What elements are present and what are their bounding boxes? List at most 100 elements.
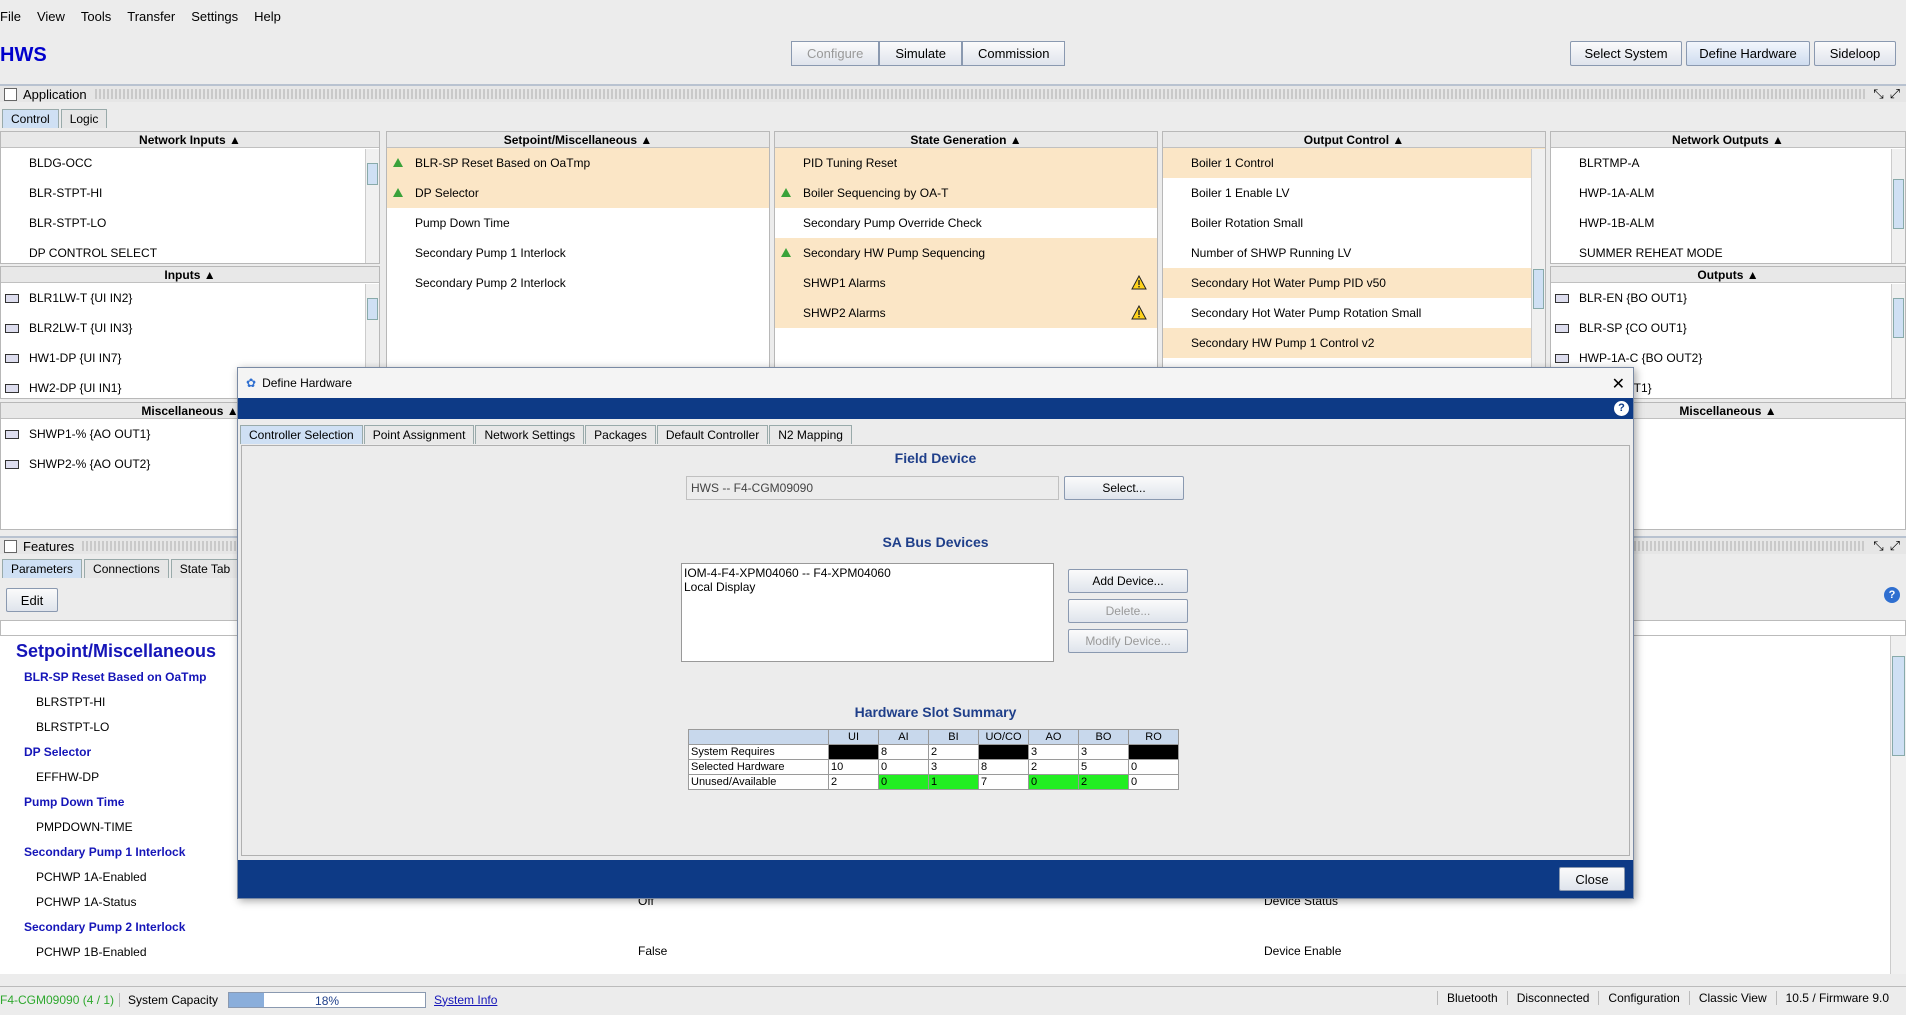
list-item[interactable]: Secondary Pump Override Check — [775, 208, 1157, 238]
tab-parameters[interactable]: Parameters — [2, 559, 83, 578]
list-item[interactable]: Secondary Pump 2 Interlock — [387, 268, 769, 298]
panel-toggle-icon[interactable] — [4, 87, 17, 101]
help-icon[interactable]: ? — [1614, 401, 1629, 416]
tab-n2-mapping[interactable]: N2 Mapping — [769, 425, 852, 444]
list-item[interactable]: Local Display — [684, 580, 1051, 594]
list-item[interactable]: DP CONTROL SELECT — [1, 238, 379, 263]
tab-logic[interactable]: Logic — [60, 109, 108, 128]
list-item[interactable]: SHWP2 Alarms — [775, 298, 1157, 328]
list-item[interactable]: HWP-1B-ALM — [1551, 208, 1905, 238]
tree-item[interactable]: PCHWP 1A-Enabled — [36, 870, 147, 884]
delete-button[interactable]: Delete... — [1068, 599, 1188, 623]
list-item[interactable]: Secondary Hot Water Pump PID v50 — [1163, 268, 1545, 298]
list-item[interactable]: Boiler Sequencing by OA-T — [775, 178, 1157, 208]
tab-default-controller[interactable]: Default Controller — [656, 425, 769, 444]
inputs-header[interactable]: Inputs ▲ — [1, 267, 379, 283]
list-item[interactable]: Number of SHWP Running LV — [1163, 238, 1545, 268]
list-item[interactable]: IOM-4-F4-XPM04060 -- F4-XPM04060 — [684, 566, 1051, 580]
simulate-button[interactable]: Simulate — [879, 41, 962, 66]
network-outputs-header[interactable]: Network Outputs ▲ — [1551, 132, 1905, 148]
tree-group[interactable]: BLR-SP Reset Based on OaTmp — [24, 670, 206, 684]
list-item[interactable]: BLR-EN {BO OUT1} — [1551, 283, 1905, 313]
list-item[interactable]: BLRTMP-A — [1551, 148, 1905, 178]
menu-tools[interactable]: Tools — [81, 9, 111, 24]
status-bluetooth[interactable]: Bluetooth — [1436, 991, 1507, 1005]
list-item[interactable]: Secondary HW Pump Sequencing — [775, 238, 1157, 268]
tree-group[interactable]: Pump Down Time — [24, 795, 124, 809]
panel-toggle-icon[interactable] — [4, 539, 17, 553]
list-item[interactable]: Secondary Hot Water Pump Rotation Small — [1163, 298, 1545, 328]
scrollbar[interactable] — [1891, 149, 1905, 263]
list-item[interactable]: SUMMER REHEAT MODE — [1551, 238, 1905, 263]
list-item[interactable]: BLDG-OCC — [1, 148, 379, 178]
output-control-header[interactable]: Output Control ▲ — [1163, 132, 1545, 148]
maximize-icon[interactable]: ⤢ — [1890, 86, 1900, 102]
list-item[interactable]: BLR1LW-T {UI IN2} — [1, 283, 379, 313]
tab-control[interactable]: Control — [2, 109, 59, 128]
status-view[interactable]: Classic View — [1688, 991, 1776, 1005]
outputs-header[interactable]: Outputs ▲ — [1551, 267, 1905, 283]
list-item[interactable]: Pump Down Time — [387, 208, 769, 238]
field-device-input[interactable]: HWS -- F4-CGM09090 — [686, 476, 1059, 500]
modify-device-button[interactable]: Modify Device... — [1068, 629, 1188, 653]
list-item[interactable]: Secondary HW Pump 1 Control v2 — [1163, 328, 1545, 358]
list-item[interactable]: BLR-STPT-HI — [1, 178, 379, 208]
list-item[interactable]: DP Selector — [387, 178, 769, 208]
configure-button[interactable]: Configure — [791, 41, 880, 66]
device-status[interactable]: F4-CGM09090 (4 / 1) — [0, 993, 115, 1007]
close-icon[interactable]: ✕ — [1612, 374, 1625, 394]
system-info-link[interactable]: System Info — [434, 993, 497, 1007]
minimize-icon[interactable]: ⤡ — [1873, 86, 1883, 102]
setpoint-misc-header[interactable]: Setpoint/Miscellaneous ▲ — [387, 132, 769, 148]
tree-item[interactable]: BLRSTPT-HI — [36, 695, 105, 709]
add-device-button[interactable]: Add Device... — [1068, 569, 1188, 593]
menu-view[interactable]: View — [37, 9, 65, 24]
tree-item[interactable]: PCHWP 1B-Enabled — [36, 945, 147, 959]
minimize-icon[interactable]: ⤡ — [1873, 538, 1883, 554]
tab-packages[interactable]: Packages — [585, 425, 656, 444]
menu-file[interactable]: File — [0, 9, 21, 24]
menu-help[interactable]: Help — [254, 9, 281, 24]
menu-transfer[interactable]: Transfer — [127, 9, 175, 24]
maximize-icon[interactable]: ⤢ — [1890, 538, 1900, 554]
list-item[interactable]: BLR2LW-T {UI IN3} — [1, 313, 379, 343]
tab-connections[interactable]: Connections — [84, 559, 169, 578]
list-item[interactable]: BLR-STPT-LO — [1, 208, 379, 238]
list-item[interactable]: BLR-SP {CO OUT1} — [1551, 313, 1905, 343]
menu-settings[interactable]: Settings — [191, 9, 238, 24]
define-hardware-button[interactable]: Define Hardware — [1686, 41, 1810, 66]
list-item[interactable]: PID Tuning Reset — [775, 148, 1157, 178]
list-item[interactable]: Boiler 1 Control — [1163, 148, 1545, 178]
list-item[interactable]: Boiler Rotation Small — [1163, 208, 1545, 238]
commission-button[interactable]: Commission — [961, 41, 1066, 66]
tab-controller-selection[interactable]: Controller Selection — [240, 425, 363, 444]
tree-item[interactable]: BLRSTPT-LO — [36, 720, 109, 734]
panel-grip[interactable] — [94, 89, 1866, 99]
tab-point-assignment[interactable]: Point Assignment — [363, 425, 475, 444]
tree-group[interactable]: Secondary Pump 1 Interlock — [24, 845, 185, 859]
close-button[interactable]: Close — [1559, 867, 1625, 891]
tree-group[interactable]: DP Selector — [24, 745, 91, 759]
features-scrollbar[interactable] — [1890, 636, 1906, 974]
scrollbar[interactable] — [365, 149, 379, 263]
tree-group[interactable]: Secondary Pump 2 Interlock — [24, 920, 185, 934]
tab-state-table[interactable]: State Tab — [170, 559, 240, 578]
sa-bus-list[interactable]: IOM-4-F4-XPM04060 -- F4-XPM04060 Local D… — [681, 563, 1054, 662]
tree-item[interactable]: PMPDOWN-TIME — [36, 820, 133, 834]
list-item[interactable]: SHWP1 Alarms — [775, 268, 1157, 298]
help-icon[interactable]: ? — [1884, 587, 1900, 603]
edit-button[interactable]: Edit — [6, 588, 58, 612]
select-system-button[interactable]: Select System — [1570, 41, 1682, 66]
tree-item[interactable]: EFFHW-DP — [36, 770, 99, 784]
list-item[interactable]: Boiler 1 Enable LV — [1163, 178, 1545, 208]
sideloop-button[interactable]: Sideloop — [1814, 41, 1896, 66]
scrollbar[interactable] — [1891, 284, 1905, 398]
tree-item[interactable]: PCHWP 1A-Status — [36, 895, 136, 909]
list-item[interactable]: HWP-1A-ALM — [1551, 178, 1905, 208]
list-item[interactable]: Secondary Pump 1 Interlock — [387, 238, 769, 268]
select-button[interactable]: Select... — [1064, 476, 1184, 500]
tab-network-settings[interactable]: Network Settings — [475, 425, 585, 444]
state-generation-header[interactable]: State Generation ▲ — [775, 132, 1157, 148]
list-item[interactable]: BLR-SP Reset Based on OaTmp — [387, 148, 769, 178]
network-inputs-header[interactable]: Network Inputs ▲ — [1, 132, 379, 148]
